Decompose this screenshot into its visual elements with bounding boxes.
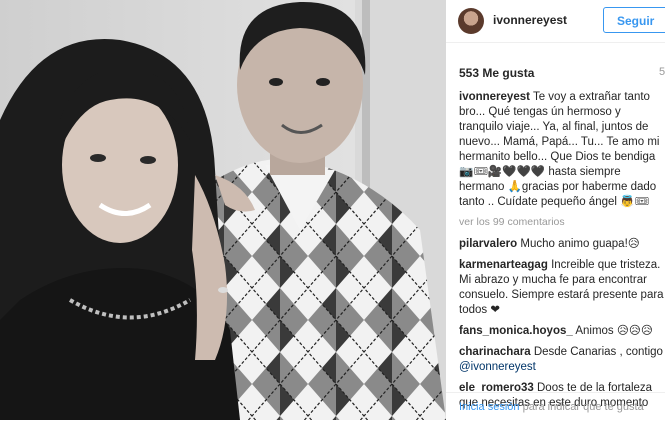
comment-username[interactable]: fans_monica.hoyos_ [459, 325, 573, 337]
comment-item: karmenarteagag Increible que tristeza. M… [459, 258, 665, 318]
comment-username[interactable]: pilarvalero [459, 238, 517, 250]
comment-username[interactable]: karmenarteagag [459, 259, 548, 271]
comment-text: Mucho animo guapa!😥 [520, 238, 640, 250]
post-author-username[interactable]: ivonnereyest [493, 13, 567, 27]
caption-username[interactable]: ivonnereyest [459, 91, 530, 103]
side-panel: ivonnereyest Seguir 553 Me gusta 5 ivonn… [446, 0, 665, 420]
comment-username[interactable]: charinachara [459, 346, 531, 358]
likes-count[interactable]: 553 Me gusta [459, 66, 534, 80]
avatar[interactable] [458, 8, 484, 34]
post-header: ivonnereyest Seguir [446, 0, 665, 43]
comment-text: Desde Canarias , contigo [533, 346, 663, 358]
login-prompt-text: para indicar que te gusta [519, 401, 644, 413]
view-all-comments-link[interactable]: ver los 99 comentarios [459, 215, 665, 230]
post-photo[interactable] [0, 0, 446, 420]
caption-text: Te voy a extrañar tanto bro... Qué tenga… [459, 91, 660, 208]
comment-item: charinachara Desde Canarias , contigo @i… [459, 345, 665, 375]
post-footer: Inicia sesión para indicar que te gusta [446, 392, 665, 421]
instagram-post: ivonnereyest Seguir 553 Me gusta 5 ivonn… [0, 0, 665, 420]
black-and-white-photo [0, 0, 446, 420]
mention-link[interactable]: @ivonnereyest [459, 361, 536, 373]
caption: ivonnereyest Te voy a extrañar tanto bro… [459, 90, 665, 210]
post-age: 5 [659, 66, 665, 78]
login-link[interactable]: Inicia sesión [459, 401, 520, 413]
login-prompt: Inicia sesión para indicar que te gusta [459, 401, 644, 413]
comment-item: pilarvalero Mucho animo guapa!😥 [459, 237, 665, 252]
comment-text: Animos 😥😥😥 [575, 325, 653, 337]
follow-button[interactable]: Seguir [603, 7, 665, 33]
comments-list: ivonnereyest Te voy a extrañar tanto bro… [459, 90, 665, 417]
comment-item: fans_monica.hoyos_ Animos 😥😥😥 [459, 324, 665, 339]
